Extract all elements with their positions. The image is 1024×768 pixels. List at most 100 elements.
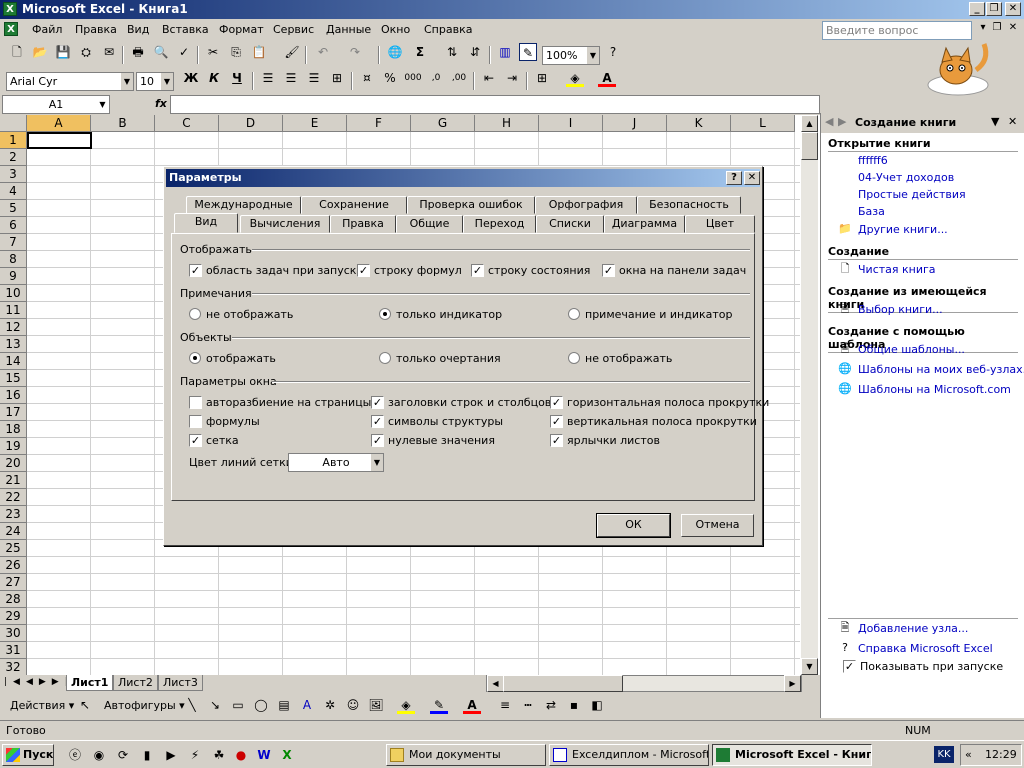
line-icon[interactable]: ╲ xyxy=(183,696,201,714)
minimize-button[interactable]: _ xyxy=(969,2,985,16)
column-header[interactable]: C xyxy=(155,115,219,132)
quicklaunch-icon-6[interactable]: ⚡ xyxy=(186,746,204,764)
dialog-tab[interactable]: Вид xyxy=(174,213,238,233)
web-templates-link[interactable]: Шаблоны на моих веб-узлах... xyxy=(858,363,1024,376)
spelling-icon[interactable]: ✓ xyxy=(175,43,193,61)
formulas-checkbox[interactable]: формулы xyxy=(189,415,260,428)
media-player-icon[interactable]: ▶ xyxy=(162,746,180,764)
choose-workbook-link[interactable]: Выбор книги... xyxy=(858,303,943,316)
3d-icon[interactable]: ◧ xyxy=(588,696,606,714)
sheet-tabs-checkbox[interactable]: ✓ ярлычки листов xyxy=(550,434,660,447)
ask-question-input[interactable]: Введите вопрос xyxy=(822,21,972,40)
menu-data[interactable]: Данные xyxy=(326,23,371,36)
column-header[interactable]: F xyxy=(347,115,411,132)
start-button[interactable]: Пуск xyxy=(2,744,54,766)
show-at-startup-checkbox[interactable]: ✓ Показывать при запуске xyxy=(843,660,1003,673)
menu-insert[interactable]: Вставка xyxy=(162,23,209,36)
redo-icon[interactable]: ↷ xyxy=(346,43,364,61)
copy-icon[interactable]: ⎘ xyxy=(227,43,245,61)
outline-symbols-checkbox[interactable]: ✓ символы структуры xyxy=(371,415,503,428)
dialog-tab[interactable]: Проверка ошибок xyxy=(407,196,535,214)
row-header[interactable]: 29 xyxy=(0,608,27,625)
horizontal-scrollbar-checkbox[interactable]: ✓ горизонтальная полоса прокрутки xyxy=(550,396,769,409)
cancel-button[interactable]: Отмена xyxy=(681,514,754,537)
picture-icon[interactable]: 🖼 xyxy=(367,696,385,714)
row-header[interactable]: 20 xyxy=(0,455,27,472)
format-painter-icon[interactable]: 🖌 xyxy=(283,43,301,61)
row-header[interactable]: 5 xyxy=(0,200,27,217)
zoom-select[interactable]: 100% ▼ xyxy=(542,46,600,65)
row-header[interactable]: 30 xyxy=(0,625,27,642)
dialog-tab[interactable]: Цвет xyxy=(685,215,755,233)
line-color-icon[interactable]: ✎ xyxy=(430,696,448,714)
font-color-icon[interactable]: A xyxy=(598,69,616,87)
dialog-tab[interactable]: Сохранение xyxy=(301,196,407,214)
select-all-corner[interactable] xyxy=(0,115,27,132)
dialog-tab[interactable]: Безопасность xyxy=(637,196,741,214)
column-header[interactable]: B xyxy=(91,115,155,132)
objects-show-all-radio[interactable]: отображать xyxy=(189,352,276,365)
row-header[interactable]: 23 xyxy=(0,506,27,523)
new-icon[interactable]: 🗋 xyxy=(8,43,26,61)
percent-icon[interactable]: % xyxy=(381,69,399,87)
vertical-scrollbar[interactable]: ▲ ▼ xyxy=(801,115,818,675)
restore-button[interactable]: ❐ xyxy=(986,2,1002,16)
column-header[interactable]: L xyxy=(731,115,795,132)
column-header[interactable]: A xyxy=(27,115,91,132)
row-header[interactable]: 12 xyxy=(0,319,27,336)
print-icon[interactable]: 🖶 xyxy=(129,43,147,61)
rectangle-icon[interactable]: ▭ xyxy=(229,696,247,714)
menu-edit[interactable]: Правка xyxy=(75,23,117,36)
task-excel-book[interactable]: Microsoft Excel - Книг... xyxy=(712,744,872,766)
office-assistant-cat[interactable] xyxy=(918,40,998,100)
more-workbooks-link[interactable]: Другие книги... xyxy=(858,223,948,236)
align-right-icon[interactable]: ☰ xyxy=(305,69,323,87)
oval-icon[interactable]: ◯ xyxy=(252,696,270,714)
row-header[interactable]: 3 xyxy=(0,166,27,183)
task-pane-close-icon[interactable]: ✕ xyxy=(1008,115,1017,128)
scroll-right-button[interactable]: ▶ xyxy=(784,675,801,692)
sheet-tab-2[interactable]: Лист2 xyxy=(113,675,158,691)
vertical-scrollbar-checkbox[interactable]: ✓ вертикальная полоса прокрутки xyxy=(550,415,757,428)
row-header[interactable]: 10 xyxy=(0,285,27,302)
row-header[interactable]: 25 xyxy=(0,540,27,557)
dialog-tab[interactable]: Международные xyxy=(186,196,301,214)
language-indicator[interactable]: KK xyxy=(934,746,954,763)
dialog-close-button[interactable]: ✕ xyxy=(744,171,760,185)
fill-color-icon[interactable]: ◈ xyxy=(566,69,584,87)
sheet-tab-3[interactable]: Лист3 xyxy=(158,675,203,691)
quicklaunch-icon-4[interactable]: ▮ xyxy=(138,746,156,764)
quicklaunch-icon-7[interactable]: ☘ xyxy=(210,746,228,764)
decrease-decimal-icon[interactable]: ,00 xyxy=(450,69,468,87)
row-header[interactable]: 7 xyxy=(0,234,27,251)
column-header[interactable]: G xyxy=(411,115,475,132)
scroll-left-button[interactable]: ◀ xyxy=(487,675,504,692)
row-header[interactable]: 31 xyxy=(0,642,27,659)
column-header[interactable]: E xyxy=(283,115,347,132)
comma-style-icon[interactable]: 000 xyxy=(404,69,422,87)
name-box[interactable]: A1 ▼ xyxy=(2,95,110,114)
column-header[interactable]: H xyxy=(475,115,539,132)
row-header[interactable]: 22 xyxy=(0,489,27,506)
add-place-link[interactable]: Добавление узла... xyxy=(858,622,968,635)
row-header[interactable]: 32 xyxy=(0,659,27,676)
column-header[interactable]: K xyxy=(667,115,731,132)
arrow-style-icon[interactable]: ⇄ xyxy=(542,696,560,714)
ok-button[interactable]: ОК xyxy=(596,513,671,538)
forward-arrow-icon[interactable]: ▶ xyxy=(838,115,846,128)
word-icon[interactable]: W xyxy=(255,746,273,764)
decrease-indent-icon[interactable]: ⇤ xyxy=(480,69,498,87)
shadow-icon[interactable]: ▪ xyxy=(565,696,583,714)
row-header[interactable]: 16 xyxy=(0,387,27,404)
row-header[interactable]: 15 xyxy=(0,370,27,387)
increase-decimal-icon[interactable]: ,0 xyxy=(427,69,445,87)
open-icon[interactable]: 📂 xyxy=(31,43,49,61)
diagram-icon[interactable]: ✲ xyxy=(321,696,339,714)
autoshapes-menu[interactable]: Автофигуры ▾ xyxy=(104,699,185,712)
row-header[interactable]: 17 xyxy=(0,404,27,421)
task-pane-menu-icon[interactable]: ▼ xyxy=(991,115,999,128)
ie-icon[interactable]: ⓔ xyxy=(66,746,84,764)
active-cell[interactable] xyxy=(27,132,92,149)
help-icon[interactable]: ? xyxy=(604,43,622,61)
chart-wizard-icon[interactable]: ▥ xyxy=(496,43,514,61)
